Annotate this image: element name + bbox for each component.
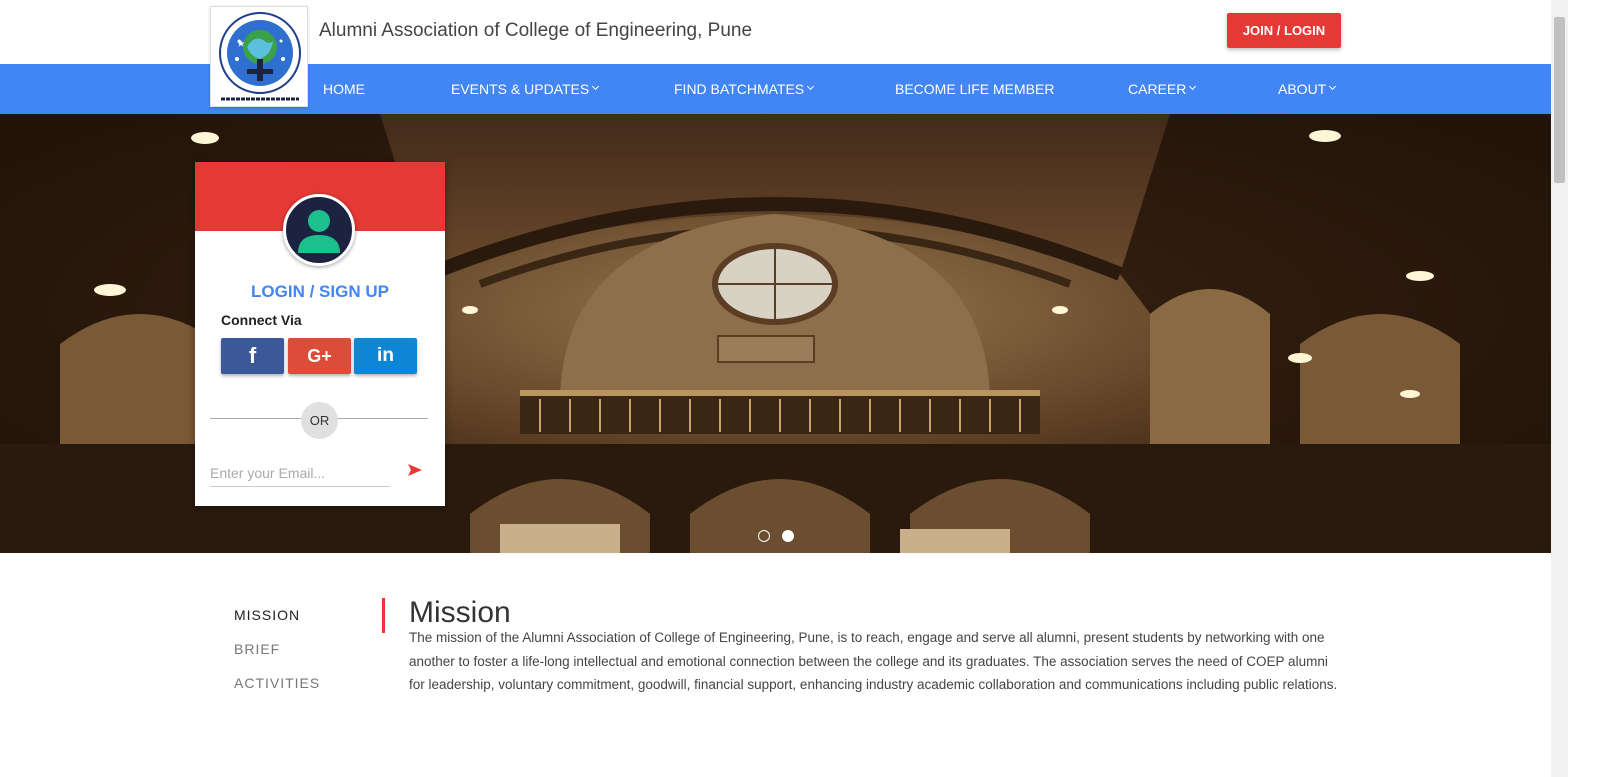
site-title: Alumni Association of College of Enginee…	[319, 20, 753, 41]
linkedin-login-button[interactable]: in	[354, 338, 417, 374]
section-accent-bar	[382, 598, 385, 633]
or-badge: OR	[301, 402, 338, 439]
section-title: Mission	[409, 596, 511, 629]
nav-career[interactable]: CAREER	[1128, 64, 1197, 114]
tab-brief[interactable]: BRIEF	[234, 641, 280, 657]
login-signup-title[interactable]: LOGIN / SIGN UP	[195, 282, 445, 302]
login-card: LOGIN / SIGN UP Connect Via f G+ in OR	[195, 162, 445, 506]
tab-activities[interactable]: ACTIVITIES	[234, 675, 320, 691]
nav-become-life-member-label: BECOME LIFE MEMBER	[895, 81, 1055, 97]
nav-home-label: HOME	[323, 81, 365, 97]
carousel-dot-2[interactable]	[782, 530, 794, 542]
linkedin-icon: in	[377, 345, 394, 366]
mission-paragraph: The mission of the Alumni Association of…	[409, 630, 1338, 692]
nav-become-life-member[interactable]: BECOME LIFE MEMBER	[895, 64, 1054, 114]
join-login-button[interactable]: JOIN / LOGIN	[1227, 13, 1341, 48]
facebook-login-button[interactable]: f	[221, 338, 284, 374]
association-logo[interactable]	[210, 6, 308, 107]
page-scrollbar[interactable]	[1551, 0, 1568, 777]
nav-about[interactable]: ABOUT	[1278, 64, 1337, 114]
facebook-icon: f	[248, 343, 257, 368]
connect-via-label: Connect Via	[221, 312, 302, 328]
google-plus-icon: G+	[307, 345, 332, 366]
chevron-down-icon	[807, 82, 815, 91]
send-icon[interactable]	[407, 462, 423, 478]
email-field[interactable]	[210, 459, 390, 487]
google-plus-login-button[interactable]: G+	[288, 338, 351, 374]
nav-about-label: ABOUT	[1278, 81, 1327, 97]
nav-events-updates-label: EVENTS & UPDATES	[451, 81, 590, 97]
nav-home[interactable]: HOME	[323, 64, 365, 114]
tab-mission[interactable]: MISSION	[234, 607, 300, 623]
nav-events-updates[interactable]: EVENTS & UPDATES	[451, 64, 600, 114]
chevron-down-icon	[1329, 82, 1337, 91]
nav-find-batchmates-label: FIND BATCHMATES	[674, 81, 805, 97]
nav-career-label: CAREER	[1128, 81, 1187, 97]
nav-find-batchmates[interactable]: FIND BATCHMATES	[674, 64, 815, 114]
user-avatar-icon	[283, 194, 355, 266]
chevron-down-icon	[592, 82, 600, 91]
scrollbar-thumb[interactable]	[1554, 17, 1565, 183]
carousel-dot-1[interactable]	[758, 530, 770, 542]
chevron-down-icon	[1189, 82, 1197, 91]
